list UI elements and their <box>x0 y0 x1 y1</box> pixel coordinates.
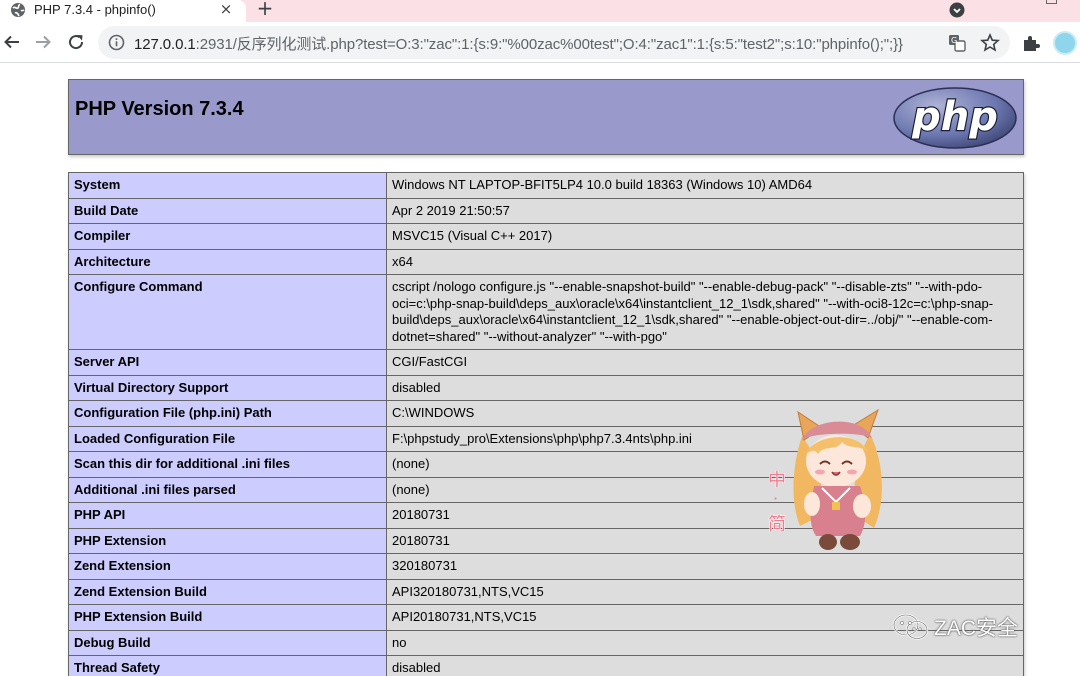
tab-strip: PHP 7.3.4 - phpinfo() × + <box>0 0 1080 22</box>
info-row: Debug Build no <box>68 629 1024 656</box>
svg-text:G: G <box>951 36 957 45</box>
php-logo-text: php <box>911 94 998 140</box>
url-path: :2931/反序列化测试.php?test=O:3:"zac":1:{s:9:"… <box>195 36 903 53</box>
info-value: 20180731 <box>386 527 1024 554</box>
info-key: Loaded Configuration File <box>68 425 387 452</box>
phpinfo-container: PHP Version 7.3.4 php System Windows NT L… <box>68 79 1024 676</box>
info-key: System <box>68 172 387 199</box>
info-value: C:\WINDOWS <box>386 400 1024 427</box>
info-key: Architecture <box>68 248 387 275</box>
info-value: disabled <box>386 374 1024 401</box>
sticker-char-3: 简 <box>768 514 786 535</box>
translate-icon[interactable]: G <box>948 34 966 52</box>
bookmark-star-icon[interactable] <box>980 33 1000 53</box>
sticker-char-1: 中 <box>768 470 786 491</box>
wechat-icon <box>892 613 929 640</box>
new-tab-button[interactable]: + <box>256 0 274 18</box>
info-key: Configuration File (php.ini) Path <box>68 400 387 427</box>
info-value: CGI/FastCGI <box>386 349 1024 376</box>
info-value: 20180731 <box>386 502 1024 529</box>
info-key: PHP Extension <box>68 527 387 554</box>
info-key: Debug Build <box>68 629 387 656</box>
reload-icon[interactable] <box>66 32 86 52</box>
info-key: Thread Safety <box>68 655 387 676</box>
php-logo[interactable]: php <box>892 86 1018 150</box>
info-value: x64 <box>386 248 1024 275</box>
back-arrow-icon[interactable] <box>2 32 22 52</box>
info-key: Zend Extension Build <box>68 578 387 605</box>
info-value: 320180731 <box>386 553 1024 580</box>
address-bar[interactable]: 127.0.0.1:2931/反序列化测试.php?test=O:3:"zac"… <box>98 26 1010 59</box>
info-row: Architecture x64 <box>68 248 1024 275</box>
info-row: Virtual Directory Support disabled <box>68 374 1024 401</box>
info-row: Build Date Apr 2 2019 21:50:57 <box>68 197 1024 224</box>
close-tab-icon[interactable]: × <box>218 0 234 18</box>
tab-search-icon[interactable] <box>949 2 965 18</box>
watermark-text: ZAC安全 <box>934 617 1018 640</box>
forward-arrow-icon[interactable] <box>33 32 53 52</box>
info-key: Virtual Directory Support <box>68 374 387 401</box>
info-key: Server API <box>68 349 387 376</box>
info-key: Build Date <box>68 197 387 224</box>
browser-toolbar: 127.0.0.1:2931/反序列化测试.php?test=O:3:"zac"… <box>0 22 1080 63</box>
maximize-icon[interactable] <box>1046 0 1057 4</box>
url-text[interactable]: 127.0.0.1:2931/反序列化测试.php?test=O:3:"zac"… <box>134 33 903 54</box>
info-icon[interactable] <box>108 34 125 51</box>
info-key: Zend Extension <box>68 553 387 580</box>
info-row: Server API CGI/FastCGI <box>68 349 1024 376</box>
info-key: Scan this dir for additional .ini files <box>68 451 387 478</box>
url-host: 127.0.0.1 <box>134 36 196 53</box>
info-row: PHP Extension Build API20180731,NTS,VC15 <box>68 604 1024 631</box>
info-row: Thread Safety disabled <box>68 655 1024 676</box>
info-value: Windows NT LAPTOP-BFIT5LP4 10.0 build 18… <box>386 172 1024 199</box>
info-key: Compiler <box>68 223 387 250</box>
info-row: Compiler MSVC15 (Visual C++ 2017) <box>68 223 1024 250</box>
info-key: Configure Command <box>68 274 387 350</box>
anime-girl-sticker: 中 · 简 <box>768 408 882 550</box>
browser-tab[interactable]: PHP 7.3.4 - phpinfo() × <box>0 0 246 22</box>
info-value: cscript /nologo configure.js "--enable-s… <box>386 274 1024 350</box>
zac-watermark: ZAC安全 <box>892 612 1018 642</box>
info-key: PHP API <box>68 502 387 529</box>
info-value: F:\phpstudy_pro\Extensions\php\php7.3.4n… <box>386 425 1024 452</box>
info-value: disabled <box>386 655 1024 676</box>
globe-icon <box>11 3 25 17</box>
info-row: Zend Extension 320180731 <box>68 553 1024 580</box>
page-title: PHP Version 7.3.4 <box>75 98 244 120</box>
extensions-puzzle-icon[interactable] <box>1022 34 1040 52</box>
sticker-char-2: · <box>773 489 778 508</box>
info-value: Apr 2 2019 21:50:57 <box>386 197 1024 224</box>
profile-avatar[interactable] <box>1053 31 1077 55</box>
info-value: (none) <box>386 451 1024 478</box>
info-key: PHP Extension Build <box>68 604 387 631</box>
php-version-header: PHP Version 7.3.4 php <box>68 79 1024 155</box>
info-value: MSVC15 (Visual C++ 2017) <box>386 223 1024 250</box>
info-row: Configure Command cscript /nologo configu… <box>68 274 1024 350</box>
info-value: API320180731,NTS,VC15 <box>386 578 1024 605</box>
info-row: Zend Extension Build API320180731,NTS,VC1… <box>68 578 1024 605</box>
info-value: (none) <box>386 476 1024 503</box>
page-viewport: PHP Version 7.3.4 php System Windows NT L… <box>0 63 1080 676</box>
info-row: System Windows NT LAPTOP-BFIT5LP4 10.0 bu… <box>68 172 1024 199</box>
tab-title: PHP 7.3.4 - phpinfo() <box>34 2 156 17</box>
info-key: Additional .ini files parsed <box>68 476 387 503</box>
